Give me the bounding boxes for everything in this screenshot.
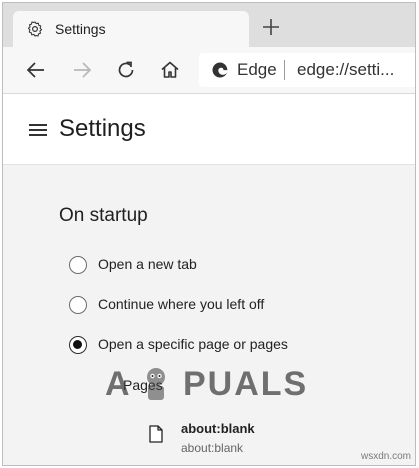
- page-document-icon: [149, 425, 163, 443]
- navigation-toolbar: Edge edge://setti...: [3, 47, 415, 94]
- page-title: Settings: [59, 115, 146, 142]
- tab-settings[interactable]: Settings: [13, 11, 249, 47]
- startup-page-item[interactable]: about:blank about:blank: [149, 419, 389, 459]
- address-bar-url[interactable]: edge://setti...: [297, 60, 394, 80]
- browser-window: Settings Edge edge://setti... Settings O…: [2, 2, 416, 466]
- address-bar-brand: Edge: [237, 60, 277, 79]
- address-bar[interactable]: Edge edge://setti...: [199, 53, 415, 87]
- watermark-text: PUALS: [183, 365, 309, 403]
- address-bar-divider: [284, 60, 285, 80]
- section-title-on-startup: On startup: [59, 205, 148, 226]
- settings-content: On startup Open a new tab Continue where…: [3, 165, 415, 465]
- tab-title: Settings: [55, 21, 106, 37]
- radio-label: Open a specific page or pages: [98, 336, 288, 352]
- refresh-icon[interactable]: [115, 59, 137, 81]
- radio-button[interactable]: [69, 296, 87, 314]
- edge-logo-icon: [212, 62, 228, 78]
- new-tab-plus-icon[interactable]: [261, 17, 281, 37]
- gear-icon: [27, 21, 43, 37]
- tab-strip: Settings: [3, 3, 415, 47]
- radio-label: Open a new tab: [98, 256, 197, 272]
- mascot-icon: [147, 368, 165, 400]
- radio-label: Continue where you left off: [98, 296, 265, 312]
- hamburger-menu-icon[interactable]: [29, 124, 47, 136]
- appuals-watermark: A PUALS: [105, 365, 319, 405]
- radio-button[interactable]: [69, 256, 87, 274]
- startup-page-title: about:blank: [181, 421, 255, 436]
- radio-button-checked[interactable]: [69, 336, 87, 354]
- forward-arrow-icon[interactable]: [71, 59, 93, 81]
- home-icon[interactable]: [159, 59, 181, 81]
- startup-page-url: about:blank: [181, 441, 244, 455]
- site-credit: wsxdn.com: [360, 451, 411, 462]
- settings-header: Settings: [3, 94, 415, 165]
- watermark-letter: A: [105, 365, 132, 403]
- back-arrow-icon[interactable]: [25, 59, 47, 81]
